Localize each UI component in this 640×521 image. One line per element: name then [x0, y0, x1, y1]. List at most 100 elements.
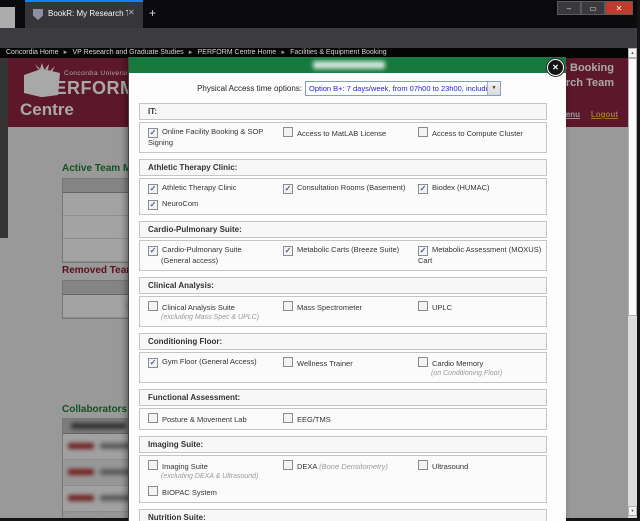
checkbox-label: BIOPAC System: [162, 488, 217, 497]
checkbox-item[interactable]: ✓ Online Facility Booking & SOP Signing: [148, 127, 283, 148]
facility-section: Conditioning Floor: ✓ Gym Floor (General A…: [139, 333, 547, 383]
checkbox-label: Cardio-Pulmonary Suite: [162, 245, 242, 254]
time-options-dropdown[interactable]: Option B+: 7 days/week, from 07h00 to 23…: [305, 81, 501, 96]
checkbox-label: Clinical Analysis Suite: [162, 303, 235, 312]
checkbox-label: Imaging Suite: [162, 462, 208, 471]
redacted-person-name: [313, 61, 385, 69]
checkbox[interactable]: [283, 460, 293, 470]
checkbox-label: Metabolic Assessment (MOXUS) Cart: [418, 245, 542, 265]
checkbox[interactable]: ✓: [283, 184, 293, 194]
checkbox-item[interactable]: ✓ Consultation Rooms (Basement): [283, 183, 418, 194]
checkbox-label: Access to MatLAB License: [297, 129, 387, 138]
checkbox[interactable]: [148, 413, 158, 423]
checkbox[interactable]: [283, 357, 293, 367]
breadcrumb-link[interactable]: VP Research and Graduate Studies: [72, 49, 183, 56]
tab-title: BookR: My Research Team: [48, 9, 128, 18]
checkbox[interactable]: ✓: [418, 246, 428, 256]
section-items: ✓ Athletic Therapy Clinic ✓ Consultation Ro…: [139, 178, 547, 215]
checkbox[interactable]: [148, 460, 158, 470]
scrollbar[interactable]: ▲ ▼: [628, 48, 637, 521]
checkbox-item[interactable]: Ultrasound: [418, 460, 544, 481]
checkbox-item[interactable]: ✓ Gym Floor (General Access): [148, 357, 283, 378]
facility-section: Athletic Therapy Clinic: ✓ Athletic Therap…: [139, 159, 547, 215]
dropdown-caret-icon[interactable]: ▼: [487, 82, 500, 95]
checkbox-sublabel: (excluding DEXA & Ultrasound): [161, 473, 259, 480]
checkbox-label: EEG/TMS: [297, 415, 331, 424]
scrollbar-thumb[interactable]: [628, 58, 637, 316]
facility-section: IT: ✓ Online Facility Booking & SOP Signin…: [139, 103, 547, 153]
window-minimize-button[interactable]: –: [557, 1, 581, 15]
breadcrumb-link[interactable]: Facilities & Equipment Booking: [290, 49, 387, 56]
window-maximize-button[interactable]: ▭: [581, 1, 605, 15]
scroll-up-arrow[interactable]: ▲: [628, 48, 637, 58]
section-items: ✓ Cardio-Pulmonary Suite (General access) ✓…: [139, 240, 547, 271]
checkbox[interactable]: [148, 301, 158, 311]
checkbox-item[interactable]: Wellness Trainer: [283, 357, 418, 378]
checkbox-item[interactable]: Access to MatLAB License: [283, 127, 418, 148]
breadcrumb-separator: ►: [280, 50, 287, 56]
checkbox-item[interactable]: ✓ Biodex (HUMAC): [418, 183, 544, 194]
section-header: Imaging Suite:: [139, 436, 547, 453]
checkbox-item[interactable]: Imaging Suite (excluding DEXA & Ultrasoun…: [148, 460, 283, 481]
section-items: Imaging Suite (excluding DEXA & Ultrasoun…: [139, 455, 547, 503]
checkbox[interactable]: ✓: [148, 358, 158, 368]
facility-section: Clinical Analysis: Clinical Analysis Suit…: [139, 277, 547, 327]
section-items: Posture & Movement Lab EEG/TMS: [139, 408, 547, 430]
time-options-label: Physical Access time options:: [197, 84, 302, 93]
scroll-down-arrow[interactable]: ▼: [628, 506, 637, 516]
checkbox[interactable]: [418, 301, 428, 311]
section-items: ✓ Gym Floor (General Access) Wellness Trai…: [139, 352, 547, 383]
checkbox-sublabel: (General access): [161, 256, 219, 265]
checkbox-label: Biodex (HUMAC): [432, 183, 490, 192]
section-items: Clinical Analysis Suite (excluding Mass S…: [139, 296, 547, 327]
checkbox-label: Athletic Therapy Clinic: [162, 183, 237, 192]
checkbox[interactable]: [283, 413, 293, 423]
checkbox-label: Gym Floor (General Access): [162, 357, 257, 366]
checkbox-item[interactable]: DEXA (Bone Densitometry): [283, 460, 418, 481]
checkbox-item[interactable]: ✓ Metabolic Assessment (MOXUS) Cart: [418, 245, 544, 266]
checkbox[interactable]: [418, 460, 428, 470]
titlebar: BookR: My Research Team ✕ + – ▭ ✕: [0, 0, 640, 28]
checkbox[interactable]: ✓: [148, 200, 158, 210]
checkbox[interactable]: ✓: [148, 246, 158, 256]
checkbox[interactable]: ✓: [418, 184, 428, 194]
facility-section: Functional Assessment: Posture & Movement…: [139, 389, 547, 430]
checkbox[interactable]: ✓: [148, 128, 158, 138]
checkbox-item[interactable]: Cardio Memory (on Conditioning Floor): [418, 357, 544, 378]
checkbox-item[interactable]: Access to Compute Cluster: [418, 127, 544, 148]
checkbox-item[interactable]: Mass Spectrometer: [283, 301, 418, 322]
checkbox-item[interactable]: UPLC: [418, 301, 544, 322]
checkbox[interactable]: [148, 486, 158, 496]
facility-section: Cardio-Pulmonary Suite: ✓ Cardio-Pulmonary…: [139, 221, 547, 271]
checkbox-item[interactable]: Posture & Movement Lab: [148, 413, 283, 425]
checkbox-label: Access to Compute Cluster: [432, 129, 523, 138]
checkbox-label: Ultrasound: [432, 462, 469, 471]
breadcrumb-link[interactable]: PERFORM Centre Home: [198, 49, 277, 56]
checkbox[interactable]: [283, 301, 293, 311]
modal-close-icon[interactable]: ✕: [547, 59, 564, 76]
breadcrumb-link[interactable]: Concordia Home: [6, 49, 59, 56]
facility-section: Imaging Suite: Imaging Suite (excluding DE…: [139, 436, 547, 503]
facility-access-modal: Physical Access time options: Option B+:…: [128, 57, 566, 521]
checkbox-sublabel: (excluding Mass Spec & UPLC): [161, 314, 260, 321]
checkbox-item[interactable]: ✓ Athletic Therapy Clinic: [148, 183, 283, 194]
checkbox-label: Metabolic Carts (Breeze Suite): [297, 245, 400, 254]
checkbox[interactable]: ✓: [283, 246, 293, 256]
checkbox-item[interactable]: EEG/TMS: [283, 413, 418, 425]
tab-close-icon[interactable]: ✕: [128, 8, 135, 17]
checkbox-item[interactable]: BIOPAC System: [148, 486, 283, 498]
checkbox-item[interactable]: ✓ Cardio-Pulmonary Suite (General access): [148, 245, 283, 266]
new-tab-button[interactable]: +: [149, 6, 156, 20]
section-header: Cardio-Pulmonary Suite:: [139, 221, 547, 238]
checkbox-item[interactable]: ✓ NeuroCom: [148, 199, 283, 210]
modal-body: Physical Access time options: Option B+:…: [129, 73, 566, 521]
checkbox-item[interactable]: ✓ Metabolic Carts (Breeze Suite): [283, 245, 418, 266]
checkbox[interactable]: [418, 127, 428, 137]
window-close-button[interactable]: ✕: [605, 1, 633, 15]
checkbox-label: Posture & Movement Lab: [162, 415, 247, 424]
checkbox-label: NeuroCom: [162, 199, 199, 208]
checkbox[interactable]: [418, 357, 428, 367]
checkbox[interactable]: ✓: [148, 184, 158, 194]
checkbox-item[interactable]: Clinical Analysis Suite (excluding Mass S…: [148, 301, 283, 322]
checkbox[interactable]: [283, 127, 293, 137]
